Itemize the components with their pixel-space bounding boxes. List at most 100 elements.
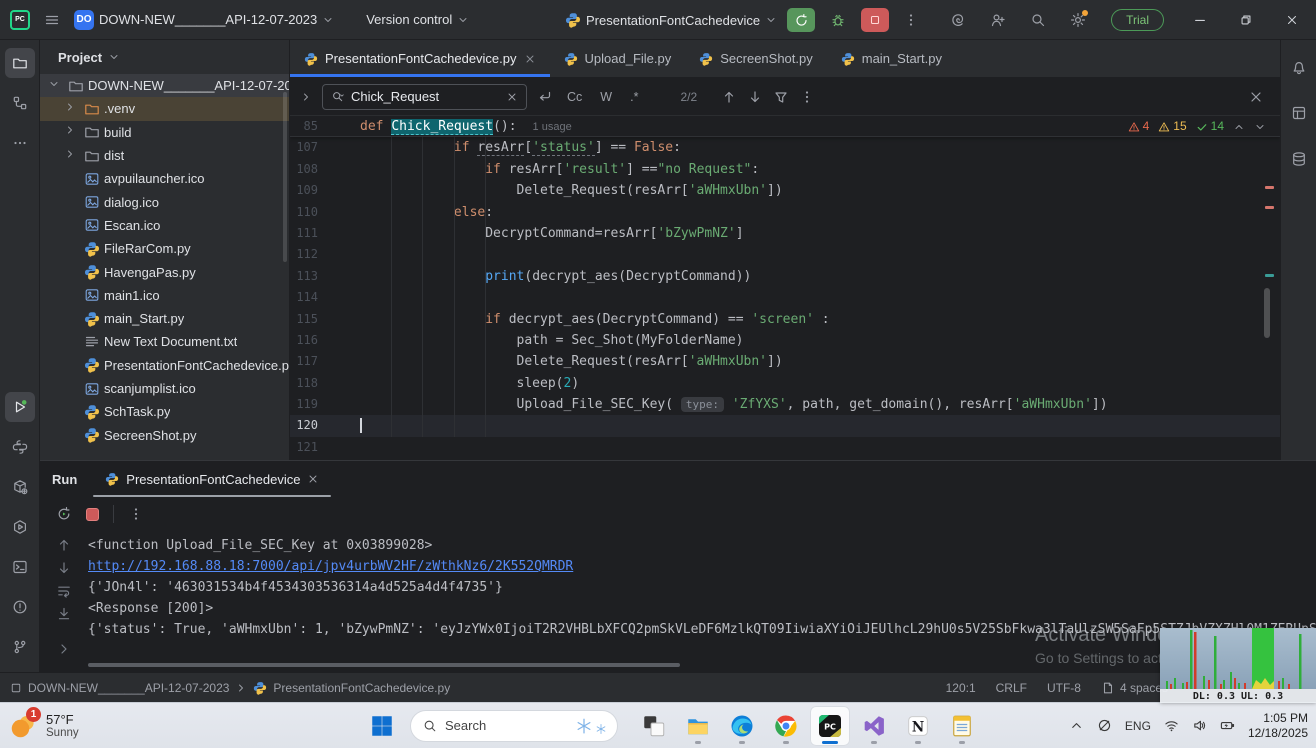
close-tab-icon[interactable] [307,473,319,485]
close-search-icon[interactable] [1248,89,1264,105]
ai-assistant-button[interactable] [941,5,975,35]
code-line[interactable]: 115 if decrypt_aes(DecryptCommand) == 's… [290,309,1280,330]
taskbar-app-edge[interactable] [722,706,762,746]
taskbar-app-visual-studio[interactable] [854,706,894,746]
stripe-warning[interactable] [1265,206,1274,209]
clear-icon[interactable] [506,91,518,103]
start-button[interactable] [362,706,402,746]
status-crlf[interactable]: CRLF [996,681,1027,695]
console-prompt-icon[interactable] [56,641,72,657]
tree-item[interactable]: HavengaPas.py [40,260,289,283]
tree-item[interactable]: scanjumplist.ico [40,377,289,400]
tree-item[interactable]: PresentationFontCachedevice.py [40,354,289,377]
status-utf-8[interactable]: UTF-8 [1047,681,1081,695]
taskbar-app-notepad[interactable] [942,706,982,746]
prev-issue-icon[interactable] [1233,121,1245,133]
stripe-warning[interactable] [1265,186,1274,189]
more-actions-icon[interactable] [903,12,919,28]
tool-window-run[interactable] [5,392,35,422]
breadcrumb-project[interactable]: DOWN-NEW_______API-12-07-2023 [28,681,229,695]
main-menu-icon[interactable] [44,12,60,28]
tree-item[interactable]: Escan.ico [40,214,289,237]
tree-item[interactable]: DOWN-NEW_______API-12-07-2023 [40,74,289,97]
newline-icon[interactable] [537,89,553,105]
console[interactable]: <function Upload_File_SEC_Key at 0x03899… [40,531,1316,673]
search-input[interactable]: Chick_Request [322,84,527,110]
more-options-icon[interactable] [799,89,815,105]
hidden-icons-chevron[interactable] [1069,718,1084,733]
stop-button[interactable] [861,8,889,32]
taskbar-search[interactable]: Search [410,710,618,742]
code-with-me-button[interactable] [981,5,1015,35]
chevron-down-icon[interactable] [108,51,120,63]
tree-item[interactable]: build [40,121,289,144]
notifications-bell-button[interactable] [1284,52,1314,82]
layout-windows-button[interactable] [1284,98,1314,128]
tree-item[interactable]: main_Start.py [40,307,289,330]
code-line[interactable]: 110 else: [290,202,1280,223]
taskbar-app-file-explorer[interactable] [678,706,718,746]
down-stacktrace-icon[interactable] [56,560,72,576]
maximize-button[interactable] [1226,0,1266,40]
battery-icon[interactable] [1220,718,1235,733]
console-hscrollbar[interactable] [88,663,680,667]
console-link[interactable]: http://192.168.88.18:7000/api/jpv4urbWV2… [88,559,573,574]
next-issue-icon[interactable] [1254,121,1266,133]
scroll-to-end-icon[interactable] [56,606,72,622]
project-widget[interactable]: DO DOWN-NEW_______API-12-07-2023 [74,10,334,30]
editor-tab[interactable]: PresentationFontCachedevice.py [290,40,550,77]
tree-item[interactable]: New Text Document.txt [40,330,289,353]
close-button[interactable] [1272,0,1312,40]
next-occurrence-icon[interactable] [747,89,763,105]
prev-occurrence-icon[interactable] [721,89,737,105]
code-line[interactable]: 117 Delete_Request(resArr['aWHmxUbn']) [290,351,1280,372]
tree-item[interactable]: dist [40,144,289,167]
code-line[interactable]: 118 sleep(2) [290,373,1280,394]
settings-button[interactable] [1061,5,1095,35]
debug-button[interactable] [825,5,851,35]
tool-window-more-tools[interactable] [5,128,35,158]
code-line[interactable]: 109 Delete_Request(resArr['aWHmxUbn']) [290,180,1280,201]
tool-window-services[interactable] [5,512,35,542]
tool-window-terminal[interactable] [5,552,35,582]
minimize-button[interactable] [1180,0,1220,40]
tool-window-version-control[interactable] [5,632,35,662]
taskbar-app-chrome[interactable] [766,706,806,746]
night-light-icon[interactable] [1097,718,1112,733]
wifi-icon[interactable] [1164,718,1179,733]
search-everywhere-button[interactable] [1021,5,1055,35]
tree-item[interactable]: SchTask.py [40,400,289,423]
trial-badge[interactable]: Trial [1111,9,1164,31]
rerun-button[interactable] [787,8,815,32]
code-line[interactable]: 108 if resArr['result'] =="no Request": [290,159,1280,180]
usage-hint[interactable]: 1 usage [533,121,572,133]
breadcrumb-file[interactable]: PresentationFontCachedevice.py [273,681,450,695]
vcs-menu[interactable]: Version control [366,12,469,27]
code-line[interactable]: 111 DecryptCommand=resArr['bZywPmNZ'] [290,223,1280,244]
rerun-icon[interactable] [56,506,72,522]
code-line[interactable]: 119 Upload_File_SEC_Key( type: 'ZfYXS', … [290,394,1280,415]
taskbar-app-pycharm[interactable]: PC [810,706,850,746]
tool-window-structure[interactable] [5,88,35,118]
network-monitor-widget[interactable]: DL: 0.3 UL: 0.3 [1160,628,1316,703]
sticky-line[interactable]: 85 def Chick_Request():1 usage 4 15 14 [290,116,1280,137]
status-120-1[interactable]: 120:1 [946,681,976,695]
tree-item[interactable]: .venv [40,97,289,120]
weather-widget[interactable]: 1 57°F Sunny [8,711,79,741]
tool-window-project[interactable] [5,48,35,78]
tree-item[interactable]: dialog.ico [40,190,289,213]
chevron-right-icon[interactable] [300,91,312,103]
code-line[interactable]: 107 if resArr['status'] == False: [290,137,1280,158]
more-options-icon[interactable] [128,506,144,522]
volume-icon[interactable] [1192,718,1207,733]
project-scrollbar[interactable] [283,92,287,262]
words-toggle[interactable]: W [596,88,616,106]
language-indicator[interactable]: ENG [1125,719,1151,733]
tool-window-python-console[interactable] [5,432,35,462]
code-line[interactable]: 112 [290,244,1280,265]
tree-item[interactable]: SecreenShot.py [40,423,289,446]
taskbar-app-notion[interactable]: N [898,706,938,746]
code-area[interactable]: 85 def Chick_Request():1 usage 4 15 14 1… [290,116,1280,460]
up-stacktrace-icon[interactable] [56,537,72,553]
clock[interactable]: 1:05 PM 12/18/2025 [1248,711,1308,741]
